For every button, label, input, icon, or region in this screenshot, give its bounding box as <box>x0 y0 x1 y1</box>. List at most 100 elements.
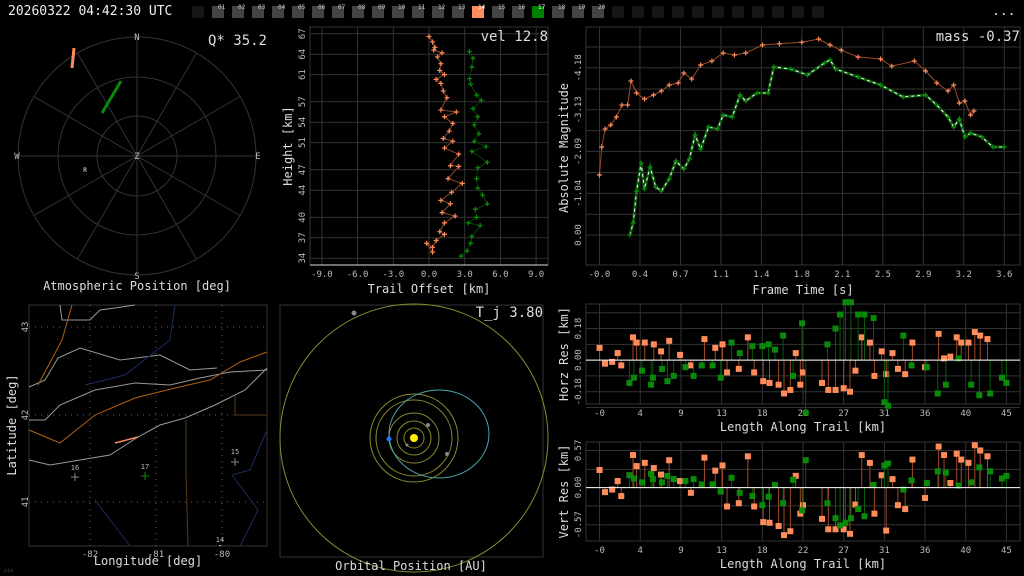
residual-point-station-14 <box>889 476 896 483</box>
x-tick-label: 3.2 <box>956 270 972 280</box>
x-tick-label: 18 <box>757 409 768 419</box>
magnitude-point-station-14 <box>596 172 602 178</box>
residual-point-station-17 <box>709 481 716 488</box>
residual-point-station-17 <box>682 364 689 371</box>
residual-point-station-17 <box>861 513 868 520</box>
x-tick-label: 1.8 <box>794 270 810 280</box>
y-tick-label: 0.00 <box>574 349 584 371</box>
residual-point-station-17 <box>884 460 891 467</box>
magnitude-point-station-14 <box>776 41 782 47</box>
x-tick-label: 9 <box>678 409 683 419</box>
residual-point-station-14 <box>866 459 873 466</box>
y-tick-label: 67 <box>298 28 308 39</box>
residual-point-station-14 <box>735 500 742 507</box>
lon-tick: -82 <box>82 550 98 560</box>
residual-point-station-17 <box>690 476 697 483</box>
residual-point-station-14 <box>953 334 960 341</box>
residual-point-station-17 <box>968 479 975 486</box>
residual-point-station-17 <box>923 364 930 371</box>
zenith-label: Z <box>134 152 140 162</box>
magnitude-point-station-14 <box>650 92 656 98</box>
residual-point-station-14 <box>687 362 694 369</box>
x-tick-label: 0.4 <box>632 270 648 280</box>
y-tick-label: 34 <box>298 253 308 264</box>
station-marker-15[interactable]: 15 <box>231 448 239 466</box>
trail-point-station-17 <box>466 76 472 82</box>
residual-point-station-14 <box>760 378 767 385</box>
residual-point-station-14 <box>618 362 625 369</box>
plot-frame <box>585 26 1021 266</box>
x-tick-label: 0.0 <box>421 270 437 280</box>
residual-point-station-17 <box>987 468 994 475</box>
residual-point-station-14 <box>894 502 901 509</box>
mag-xlabel: Frame Time [s] <box>752 283 853 297</box>
residual-point-station-14 <box>677 351 684 358</box>
residual-point-station-14 <box>977 332 984 339</box>
residual-point-station-17 <box>802 409 809 416</box>
y-tick-label: 37 <box>298 232 308 243</box>
y-tick-label: 0.00 <box>574 477 584 499</box>
residual-point-station-14 <box>766 519 773 526</box>
residual-point-station-14 <box>902 506 909 513</box>
residual-point-station-14 <box>971 329 978 336</box>
y-tick-label: 0.00 <box>574 224 584 246</box>
residual-point-station-17 <box>759 502 766 509</box>
residual-point-station-17 <box>717 488 724 495</box>
residual-point-station-14 <box>614 350 621 357</box>
residual-point-station-14 <box>947 480 954 487</box>
planet-marker <box>405 443 409 447</box>
lat-tick: 42 <box>21 410 31 421</box>
x-tick-label: 1.4 <box>753 270 769 280</box>
lat-tick: 43 <box>21 322 31 333</box>
residual-point-station-17 <box>682 478 689 485</box>
planet-marker <box>445 452 449 456</box>
residual-point-station-14 <box>701 336 708 343</box>
y-tick-label: 40 <box>298 212 308 223</box>
residual-point-station-14 <box>744 453 751 460</box>
residual-point-station-17 <box>639 367 646 374</box>
residual-point-station-14 <box>840 385 847 392</box>
residual-point-station-14 <box>719 341 726 348</box>
residual-point-station-17 <box>842 299 849 306</box>
residual-point-station-17 <box>842 519 849 526</box>
lon-tick: -80 <box>214 550 230 560</box>
residual-point-station-14 <box>775 381 782 388</box>
residual-point-station-14 <box>724 369 731 376</box>
residual-point-station-14 <box>935 330 942 337</box>
residual-point-station-14 <box>818 379 825 386</box>
magnitude-point-station-14 <box>628 78 634 84</box>
residual-point-station-14 <box>953 450 960 457</box>
station-marker-17[interactable]: 17 <box>141 463 149 480</box>
x-tick-label: 27 <box>838 546 849 556</box>
residual-point-station-14 <box>766 379 773 386</box>
residual-point-station-14 <box>775 523 782 530</box>
station-marker-14[interactable]: 14 <box>216 536 224 546</box>
mag-ylabel: Absolute Magnitude <box>557 83 571 213</box>
residual-point-station-17 <box>630 374 637 381</box>
south-label: S <box>134 272 139 282</box>
residual-point-station-17 <box>802 457 809 464</box>
residual-point-station-14 <box>878 472 885 479</box>
magnitude-point-station-17 <box>1001 144 1007 150</box>
y-tick-label: 57 <box>298 96 308 107</box>
residual-point-station-14 <box>797 381 804 388</box>
residual-point-station-14 <box>909 456 916 463</box>
trail-ylabel: Height [km] <box>281 106 295 185</box>
x-tick-label: 13 <box>716 409 727 419</box>
trail-point-station-17 <box>474 214 480 220</box>
q-star-metric: Q* 35.2 <box>208 33 267 49</box>
station-label: 15 <box>231 448 239 456</box>
residual-point-station-17 <box>987 390 994 397</box>
residual-point-station-14 <box>630 334 637 341</box>
map-frame <box>28 304 268 547</box>
residual-point-station-14 <box>984 453 991 460</box>
station-marker-16[interactable]: 16 <box>71 464 79 481</box>
magnitude-point-station-14 <box>731 52 737 58</box>
trail-point-station-14 <box>453 109 459 115</box>
x-tick-label: 2.9 <box>915 270 931 280</box>
x-tick-label: 18 <box>757 546 768 556</box>
residual-point-station-17 <box>626 379 633 386</box>
x-tick-label: -0.0 <box>589 270 611 280</box>
trail-xlabel: Trail Offset [km] <box>368 282 491 296</box>
residual-point-station-14 <box>641 459 648 466</box>
